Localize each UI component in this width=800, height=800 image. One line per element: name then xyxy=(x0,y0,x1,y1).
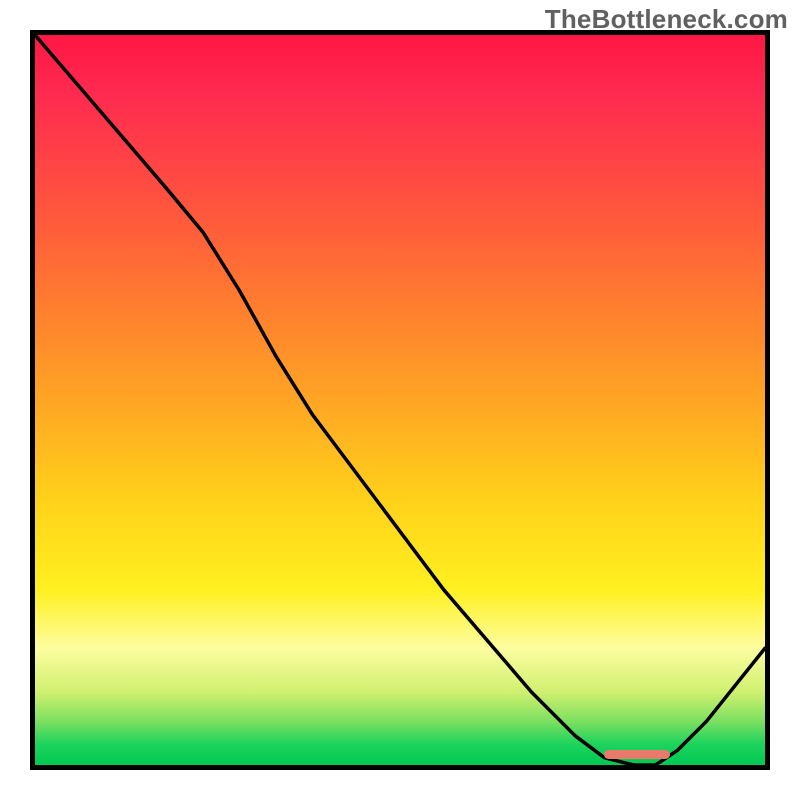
watermark-text: TheBottleneck.com xyxy=(545,4,788,35)
chart-plot-area xyxy=(30,30,770,770)
chart-curve xyxy=(35,35,765,765)
optimal-range-marker xyxy=(604,750,670,759)
